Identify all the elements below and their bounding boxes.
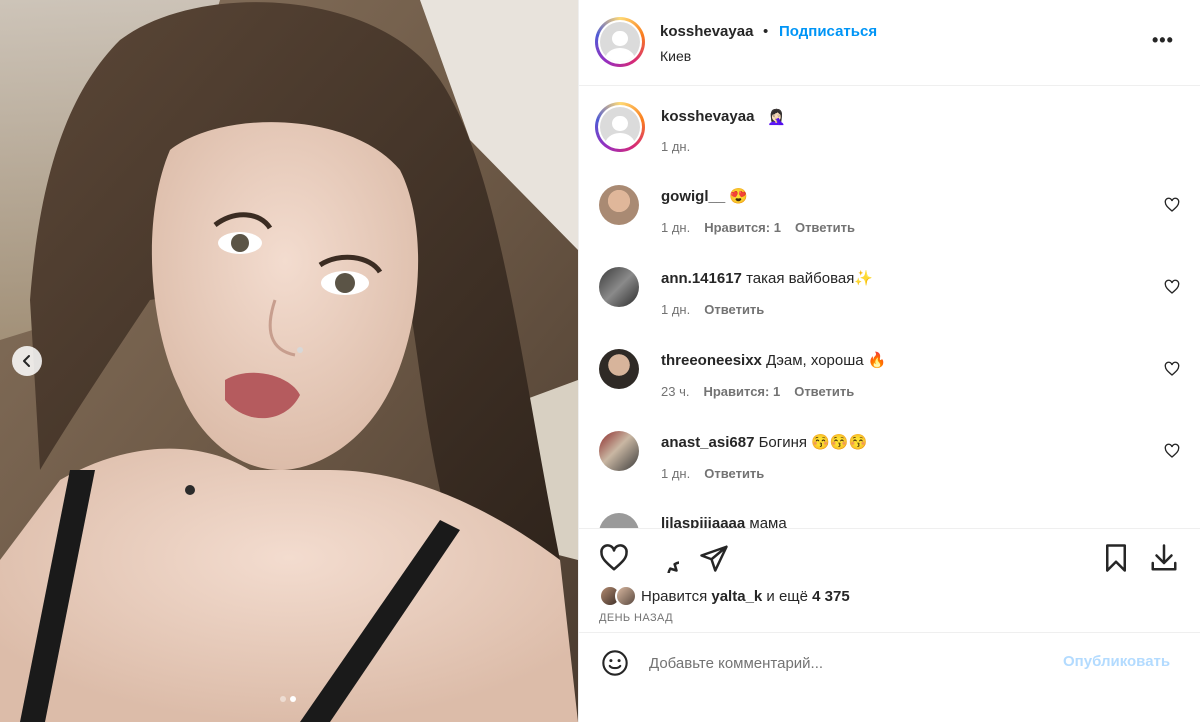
caption-author[interactable]: kosshevayaa <box>661 108 754 125</box>
reply-button[interactable]: Ответить <box>794 384 854 399</box>
comment-likes[interactable]: Нравится: 1 <box>703 384 780 399</box>
comment-username[interactable]: gowigl__ <box>661 188 725 205</box>
default-avatar-icon <box>600 107 640 147</box>
comment-username[interactable]: lilaspiiiaaaa <box>661 515 745 528</box>
heart-outline-icon[interactable] <box>1164 197 1180 213</box>
selfie-image <box>0 0 578 722</box>
comment-meta: 1 дн. Ответить <box>661 302 764 317</box>
previous-photo-button[interactable] <box>12 346 42 376</box>
commenter-avatar[interactable] <box>599 349 639 389</box>
author-username[interactable]: kosshevayaa <box>660 23 753 40</box>
commenter-avatar[interactable] <box>599 431 639 471</box>
comment-text: мама <box>749 515 787 528</box>
author-avatar[interactable] <box>595 17 645 67</box>
comment-meta: 1 дн. Ответить <box>661 466 764 481</box>
comment-item: anast_asi687 Богиня 😚😚😚 1 дн. Ответить <box>579 431 1200 511</box>
download-icon[interactable] <box>1149 543 1179 573</box>
comment-text: Дэам, хороша 🔥 <box>766 352 887 369</box>
liker-username[interactable]: yalta_k <box>711 588 762 605</box>
caption-author-avatar[interactable] <box>595 102 645 152</box>
caption-text: 🤦🏻‍♀️ <box>767 109 786 126</box>
more-options-button[interactable]: ••• <box>1152 30 1174 51</box>
heart-outline-icon[interactable] <box>1164 279 1180 295</box>
comment-username[interactable]: ann.141617 <box>661 270 742 287</box>
caption-time[interactable]: 1 дн. <box>661 139 690 154</box>
comment-likes[interactable]: Нравится: 1 <box>704 220 781 235</box>
comment-time[interactable]: 1 дн. <box>661 302 690 317</box>
comment-time[interactable]: 23 ч. <box>661 384 689 399</box>
comment-text: Богиня 😚😚😚 <box>758 434 868 451</box>
emoji-smile-icon[interactable] <box>601 649 629 677</box>
follow-button[interactable]: Подписаться <box>779 23 877 40</box>
post-photo[interactable] <box>0 0 578 722</box>
comment-item: gowigl__ 😍 1 дн. Нравится: 1 Ответить <box>579 185 1200 265</box>
reply-button[interactable]: Ответить <box>795 220 855 235</box>
comment-username[interactable]: anast_asi687 <box>661 434 754 451</box>
comment-line: threeoneesixx Дэам, хороша 🔥 <box>661 351 886 369</box>
commenter-avatar[interactable] <box>599 513 639 528</box>
post-location[interactable]: Киев <box>660 48 691 64</box>
heart-outline-icon[interactable] <box>1164 443 1180 459</box>
comment-text: 😍 <box>729 188 749 205</box>
likes-count[interactable]: 4 375 <box>812 588 850 605</box>
comments-list[interactable]: kosshevayaa 🤦🏻‍♀️ 1 дн. gowigl__ 😍 1 дн.… <box>579 86 1200 528</box>
commenter-avatar[interactable] <box>599 185 639 225</box>
post-actions: Нравится yalta_k и ещё 4 375 ДЕНЬ НАЗАД <box>579 528 1200 624</box>
comment-meta: 23 ч. Нравится: 1 Ответить <box>661 384 854 399</box>
comment-meta: 1 дн. Нравится: 1 Ответить <box>661 220 855 235</box>
reply-button[interactable]: Ответить <box>704 466 764 481</box>
comment-bubble-icon[interactable] <box>649 543 679 573</box>
comment-item: threeoneesixx Дэам, хороша 🔥 23 ч. Нрави… <box>579 349 1200 429</box>
carousel-dot-active <box>290 696 296 702</box>
likes-suffix: и ещё <box>766 587 808 605</box>
save-bookmark-icon[interactable] <box>1101 543 1131 573</box>
post-modal: kosshevayaa • Подписаться Киев ••• kossh… <box>0 0 1200 722</box>
comment-item: ann.141617 такая вайбовая✨ 1 дн. Ответит… <box>579 267 1200 347</box>
heart-outline-icon[interactable] <box>1164 361 1180 377</box>
post-header: kosshevayaa • Подписаться Киев ••• <box>579 0 1200 86</box>
comment-item: lilaspiiiaaaa мама <box>579 513 1200 528</box>
chevron-left-icon <box>23 355 30 367</box>
comment-username[interactable]: threeoneesixx <box>661 352 762 369</box>
share-paper-plane-icon[interactable] <box>699 543 729 573</box>
carousel-indicator <box>280 696 296 702</box>
comment-text: такая вайбовая✨ <box>746 270 874 287</box>
liker-avatar[interactable] <box>615 585 637 607</box>
carousel-dot <box>280 696 286 702</box>
post-side-panel: kosshevayaa • Подписаться Киев ••• kossh… <box>579 0 1200 722</box>
default-avatar-icon <box>600 22 640 62</box>
likes-text: Нравится yalta_k и ещё 4 375 <box>641 588 850 605</box>
comment-input[interactable] <box>649 651 1049 675</box>
comment-line: ann.141617 такая вайбовая✨ <box>661 269 873 287</box>
publish-button[interactable]: Опубликовать <box>1063 653 1170 670</box>
comment-time[interactable]: 1 дн. <box>661 220 690 235</box>
commenter-avatar[interactable] <box>599 267 639 307</box>
comment-line: lilaspiiiaaaa мама <box>661 515 787 528</box>
like-heart-icon[interactable] <box>599 543 629 573</box>
comment-time[interactable]: 1 дн. <box>661 466 690 481</box>
comment-line: gowigl__ 😍 <box>661 187 748 205</box>
reply-button[interactable]: Ответить <box>704 302 764 317</box>
add-comment-bar: Опубликовать <box>579 632 1200 692</box>
comment-line: anast_asi687 Богиня 😚😚😚 <box>661 433 867 451</box>
likes-prefix: Нравится <box>641 587 708 605</box>
post-date[interactable]: ДЕНЬ НАЗАД <box>599 612 673 624</box>
separator-dot: • <box>763 23 769 40</box>
likes-summary[interactable]: Нравится yalta_k и ещё 4 375 <box>599 585 850 607</box>
